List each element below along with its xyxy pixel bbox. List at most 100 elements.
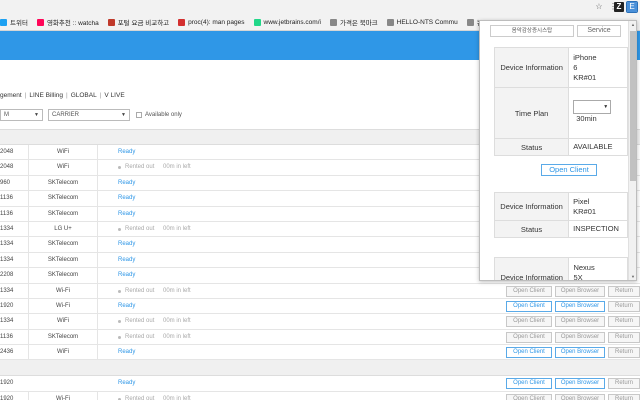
open-client-button[interactable]: Open Client	[506, 378, 552, 390]
open-browser-button[interactable]: Open Browser	[555, 393, 605, 400]
status-cell[interactable]: Ready	[118, 237, 135, 252]
network-cell: SKTelecom	[28, 191, 98, 207]
device-card-pixel: Device Information Pixel KR#01 Status IN…	[494, 192, 628, 238]
service-button[interactable]: Service	[577, 25, 621, 37]
return-button[interactable]: Return	[608, 316, 640, 328]
return-button[interactable]: Return	[608, 300, 640, 312]
chevron-down-icon: ▼	[34, 112, 39, 118]
status-cell[interactable]: Ready	[118, 145, 135, 160]
status-cell[interactable]: Ready	[118, 207, 135, 222]
nav-item-global[interactable]: GLOBAL	[71, 92, 97, 99]
open-client-button[interactable]: Open Client	[506, 331, 552, 343]
return-button[interactable]: Return	[608, 347, 640, 359]
table-row: 1920 Ready Open Client Open Browser Return	[0, 376, 640, 392]
bookmark-item[interactable]: 트위터	[0, 17, 28, 27]
bookmark-item[interactable]: 영화추천 :: watcha	[36, 17, 99, 27]
network-cell: SKTelecom	[28, 329, 98, 345]
scroll-down-icon[interactable]: ▼	[629, 274, 636, 279]
open-browser-button[interactable]: Open Browser	[555, 285, 605, 297]
open-client-button[interactable]: Open Client	[506, 285, 552, 297]
resolution-cell: 2208	[0, 272, 14, 279]
status-cell[interactable]: Ready	[118, 253, 135, 268]
status-cell: Rented out	[118, 284, 154, 299]
open-client-button[interactable]: Open Client	[506, 393, 552, 400]
open-client-button[interactable]: Open Client	[506, 300, 552, 312]
nav-separator: |	[66, 92, 68, 99]
table-body: 1920 Ready Open Client Open Browser Return 19…	[0, 376, 640, 400]
time-plan-select[interactable]: 30min ▼	[573, 100, 612, 123]
open-browser-button[interactable]: Open Browser	[555, 331, 605, 343]
device-card-iphone: Device Information iPhone 6 KR#01 Time P…	[494, 47, 628, 156]
device-info-value: Nexus 5X KR#02	[568, 257, 628, 280]
bookmark-item[interactable]: HELLO-NTS Commu	[386, 18, 458, 26]
open-browser-button[interactable]: Open Browser	[555, 300, 605, 312]
bookmark-item[interactable]: 가격은 북마크	[329, 17, 378, 27]
time-left-cell: 00m in left	[163, 287, 191, 294]
nav-item-v-live[interactable]: V LIVE	[104, 92, 124, 99]
bookmark-item[interactable]: proc(4): man pages	[178, 18, 245, 26]
bookmark-item[interactable]: 포털 요금 비교하고	[107, 17, 170, 27]
popup-scrollbar[interactable]: ▲ ▼	[628, 21, 636, 280]
extension-z-icon[interactable]: Z	[614, 2, 624, 12]
return-button[interactable]: Return	[608, 378, 640, 390]
network-cell: Wi-Fi	[28, 298, 98, 314]
status-cell[interactable]: Ready	[118, 268, 135, 283]
return-button[interactable]: Return	[608, 331, 640, 343]
status-cell[interactable]: Ready	[118, 376, 135, 391]
carrier-select[interactable]: CARRIER ▼	[48, 109, 130, 121]
bookmark-label: proc(4): man pages	[188, 18, 245, 26]
bookmark-favicon-icon	[36, 18, 44, 26]
open-client-button[interactable]: Open Client	[506, 316, 552, 328]
nav-separator: |	[24, 92, 27, 99]
resolution-cell: 1920	[0, 395, 14, 400]
available-only-filter[interactable]: Available only	[136, 112, 182, 118]
resolution-cell: 1334	[0, 241, 14, 248]
os-select[interactable]: M ▼	[0, 109, 43, 121]
notice-button[interactable]: 음악감상증시스탑	[490, 25, 574, 37]
status-cell[interactable]: Ready	[118, 176, 135, 191]
status-value: INSPECTION	[568, 220, 628, 238]
nav-item-management[interactable]: gement	[0, 92, 22, 99]
nav-item-line-billing[interactable]: LINE Billing	[29, 92, 63, 99]
return-button[interactable]: Return	[608, 285, 640, 297]
bookmark-favicon-icon	[466, 18, 474, 26]
status-cell[interactable]: Ready	[118, 191, 135, 206]
device-info-label: Device Information	[494, 192, 570, 221]
bookmark-label: 포털 요금 비교하고	[117, 20, 170, 27]
device-info-label: Device Information	[494, 257, 570, 280]
extension-device-farm-icon[interactable]: E	[626, 1, 638, 13]
resolution-cell: 1334	[0, 318, 14, 325]
scroll-up-icon[interactable]: ▲	[629, 22, 636, 27]
network-cell: WiFi	[28, 345, 98, 361]
bookmark-label: 가격은 북마크	[339, 20, 378, 27]
bookmark-favicon-icon	[253, 18, 261, 26]
device-info-value: iPhone 6 KR#01	[568, 47, 628, 88]
open-browser-button[interactable]: Open Browser	[555, 316, 605, 328]
return-button[interactable]: Return	[608, 393, 640, 400]
time-plan-cell: 30min ▼	[568, 87, 628, 139]
bookmark-item[interactable]: www.jetbrains.com/i	[253, 18, 321, 26]
resolution-cell: 2436	[0, 349, 14, 356]
table-row: 2436 WiFi Ready Open Client Open Browser Retu…	[0, 345, 640, 361]
resolution-cell: 1334	[0, 225, 14, 232]
network-cell: LG U+	[28, 221, 98, 237]
open-client-button[interactable]: Open Client	[541, 164, 597, 176]
scrollbar-thumb[interactable]	[630, 31, 636, 181]
bookmark-label: HELLO-NTS Commu	[396, 18, 458, 26]
open-browser-button[interactable]: Open Browser	[555, 347, 605, 359]
resolution-cell: 1334	[0, 287, 14, 294]
available-only-checkbox[interactable]	[136, 112, 142, 118]
time-plan-value: 30min	[576, 114, 597, 123]
status-cell[interactable]: Ready	[118, 345, 135, 360]
time-left-cell: 00m in left	[163, 333, 191, 340]
table-row: 1334 Wi-Fi Rented out 00m in left Open Clien…	[0, 283, 640, 299]
available-only-label: Available only	[145, 112, 182, 118]
open-client-button[interactable]: Open Client	[506, 347, 552, 359]
status-cell[interactable]: Ready	[118, 299, 135, 314]
bookmark-favicon-icon	[107, 18, 115, 26]
open-browser-button[interactable]: Open Browser	[555, 378, 605, 390]
network-cell: SKTelecom	[28, 206, 98, 222]
bookmark-favicon-icon	[329, 18, 337, 26]
table-group-header	[0, 360, 640, 377]
star-icon[interactable]: ☆	[594, 2, 604, 12]
